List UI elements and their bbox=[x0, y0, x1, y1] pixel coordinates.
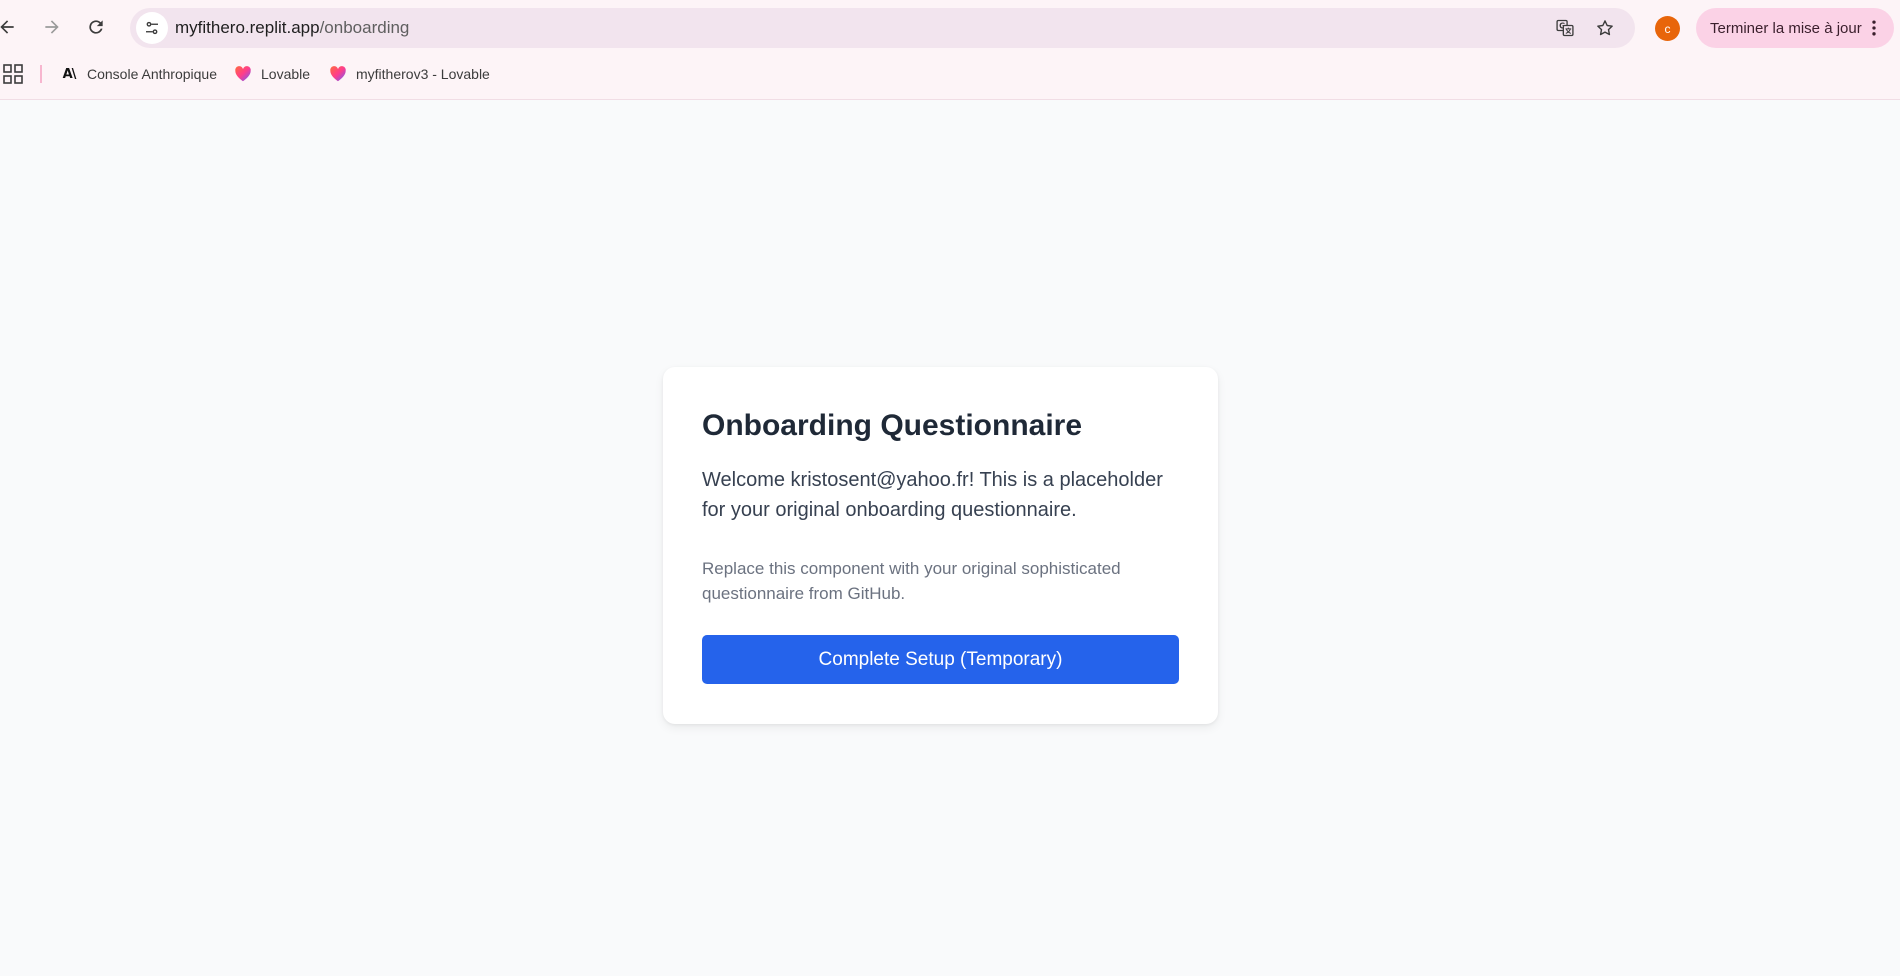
bookmark-myfitherov3-lovable[interactable]: myfitherov3 - Lovable bbox=[329, 62, 490, 86]
bookmark-label: Lovable bbox=[261, 66, 311, 82]
bookmark-console-anthropique[interactable]: A\ Console Anthropique bbox=[60, 62, 217, 86]
profile-initial: c bbox=[1664, 21, 1671, 36]
more-menu-icon[interactable] bbox=[1864, 18, 1884, 38]
tune-icon bbox=[146, 21, 158, 35]
site-settings-button[interactable] bbox=[136, 12, 168, 44]
lovable-heart-icon bbox=[234, 65, 252, 83]
translate-icon: G bbox=[1556, 19, 1574, 37]
bookmarks-bar: A\ Console Anthropique Lovable myfithero… bbox=[0, 56, 1900, 92]
anthropic-logo-icon: A\ bbox=[62, 66, 77, 82]
star-icon bbox=[1597, 20, 1613, 36]
bookmark-label: Console Anthropique bbox=[87, 66, 217, 82]
arrow-right-icon bbox=[45, 20, 59, 34]
url-text: myfithero.replit.app/onboarding bbox=[175, 18, 409, 38]
apps-grid-icon[interactable] bbox=[3, 64, 23, 84]
reload-button[interactable] bbox=[79, 10, 113, 44]
finish-update-button[interactable]: Terminer la mise à jour bbox=[1696, 8, 1894, 48]
translate-button[interactable]: G bbox=[1551, 14, 1579, 42]
bookmarks-separator bbox=[40, 65, 42, 83]
complete-setup-button[interactable]: Complete Setup (Temporary) bbox=[702, 635, 1179, 684]
onboarding-card: Onboarding Questionnaire Welcome kristos… bbox=[663, 367, 1218, 724]
bookmark-label: myfitherov3 - Lovable bbox=[356, 66, 490, 82]
bookmark-lovable[interactable]: Lovable bbox=[234, 62, 310, 86]
browser-toolbar: myfithero.replit.app/onboarding G c Term… bbox=[0, 0, 1900, 56]
back-button[interactable] bbox=[0, 10, 24, 44]
profile-avatar[interactable]: c bbox=[1655, 16, 1680, 41]
page-content: Onboarding Questionnaire Welcome kristos… bbox=[0, 101, 1900, 976]
address-bar[interactable]: myfithero.replit.app/onboarding G bbox=[130, 8, 1635, 48]
placeholder-note: Replace this component with your origina… bbox=[702, 559, 1121, 603]
forward-button[interactable] bbox=[35, 10, 69, 44]
url-path: /onboarding bbox=[319, 18, 410, 37]
page-title: Onboarding Questionnaire bbox=[702, 409, 1083, 442]
browser-chrome: myfithero.replit.app/onboarding G c Term… bbox=[0, 0, 1900, 100]
bookmark-star-button[interactable] bbox=[1591, 14, 1619, 42]
lovable-heart-icon bbox=[329, 65, 347, 83]
finish-update-label: Terminer la mise à jour bbox=[1710, 19, 1862, 37]
url-host: myfithero.replit.app bbox=[175, 18, 320, 37]
arrow-left-icon bbox=[0, 20, 14, 34]
welcome-text: Welcome kristosent@yahoo.fr! This is a p… bbox=[702, 469, 1163, 521]
reload-icon bbox=[89, 20, 103, 34]
